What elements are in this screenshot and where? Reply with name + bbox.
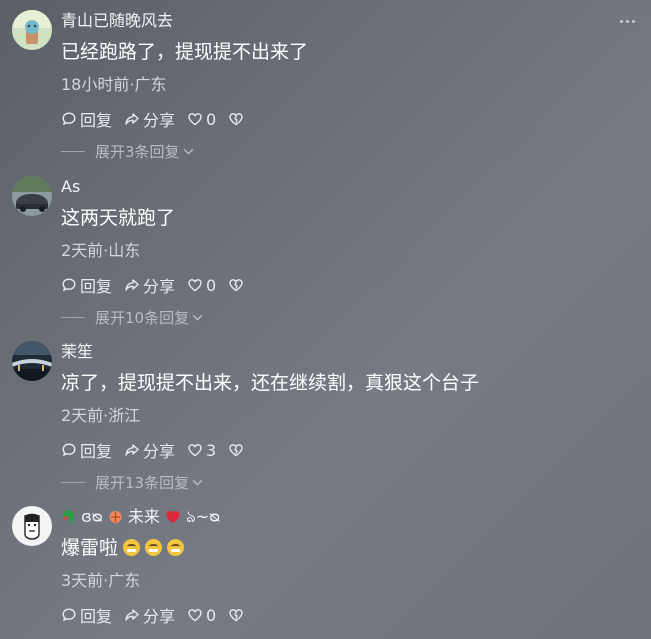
comment-text: 爆雷啦 [61, 534, 631, 562]
dislike-button[interactable] [228, 111, 244, 127]
share-label: 分享 [143, 607, 176, 626]
chevron-down-icon [192, 314, 203, 321]
like-button[interactable]: 3 [187, 441, 216, 460]
reply-label: 回复 [80, 111, 113, 130]
username[interactable]: 青山已随晚风去 [61, 10, 631, 32]
reply-button[interactable]: 回复 [61, 438, 112, 462]
expand-label: 展开10条回复 [95, 308, 190, 327]
reply-button[interactable]: 回复 [61, 107, 112, 131]
speech-bubble-icon [62, 443, 76, 457]
grin-emoji-icon [123, 539, 141, 556]
divider [61, 316, 85, 318]
chevron-down-icon [183, 148, 193, 155]
username-part: 未来 [127, 507, 160, 526]
like-count: 0 [206, 109, 217, 129]
comment-meta: 3天前·广东 [61, 571, 141, 590]
reply-button[interactable]: 回复 [61, 273, 112, 297]
dislike-button[interactable] [228, 607, 244, 623]
share-button[interactable]: 分享 [124, 107, 175, 131]
share-button[interactable]: 分享 [124, 438, 175, 462]
broken-heart-icon [229, 609, 243, 622]
grin-emoji-icon [145, 539, 163, 556]
expand-replies-button[interactable]: 展开10条回复 [61, 306, 631, 328]
expand-replies-button[interactable]: 展开13条回复 [61, 471, 631, 493]
avatar[interactable] [12, 506, 52, 546]
share-label: 分享 [143, 111, 176, 130]
dislike-button[interactable] [228, 277, 244, 293]
expand-label: 展开3条回复 [95, 142, 180, 161]
share-arrow-icon [125, 113, 139, 125]
broken-heart-icon [229, 113, 243, 126]
broken-heart-icon [229, 444, 243, 457]
share-arrow-icon [125, 609, 139, 621]
reply-label: 回复 [80, 442, 113, 461]
reply-label: 回复 [80, 607, 113, 626]
flower-emoji-icon [109, 511, 122, 523]
username[interactable]: ɞᴓ 未来 ঌ~ᴓ [61, 506, 631, 528]
divider [61, 481, 85, 483]
like-button[interactable]: 0 [187, 110, 216, 129]
comment-meta: 2天前·浙江 [61, 406, 141, 425]
share-arrow-icon [125, 279, 139, 291]
comment-text-content: 爆雷啦 [61, 537, 119, 559]
speech-bubble-icon [62, 608, 76, 622]
username[interactable]: 茉笙 [61, 341, 631, 363]
avatar[interactable] [12, 341, 52, 381]
divider [61, 150, 85, 152]
like-button[interactable]: 0 [187, 606, 216, 625]
comment-meta: 18小时前·广东 [61, 75, 167, 94]
heart-icon [188, 444, 202, 457]
share-arrow-icon [125, 444, 139, 456]
username-part: ঌ~ᴓ [186, 507, 221, 526]
more-dot [632, 20, 635, 23]
red-heart-icon [166, 511, 180, 523]
username[interactable]: As [61, 176, 631, 198]
chevron-down-icon [192, 479, 203, 486]
heart-icon [188, 609, 202, 622]
like-count: 0 [206, 605, 217, 625]
heart-icon [188, 279, 202, 292]
like-count: 3 [206, 440, 217, 460]
like-button[interactable]: 0 [187, 276, 216, 295]
heart-icon [188, 113, 202, 126]
username-part: ɞᴓ [81, 507, 103, 526]
broken-heart-icon [229, 279, 243, 292]
share-button[interactable]: 分享 [124, 273, 175, 297]
dislike-button[interactable] [228, 442, 244, 458]
avatar[interactable] [12, 10, 52, 50]
comment-meta: 2天前·山东 [61, 241, 141, 260]
speech-bubble-icon [62, 278, 76, 292]
share-label: 分享 [143, 277, 176, 296]
share-button[interactable]: 分享 [124, 603, 175, 627]
comment-text: 凉了，提现提不出来，还在继续割，真狠这个台子 [61, 372, 480, 394]
parrot-emoji-icon [63, 510, 74, 524]
reply-button[interactable]: 回复 [61, 603, 112, 627]
share-label: 分享 [143, 442, 176, 461]
comment-text: 这两天就跑了 [61, 207, 176, 229]
expand-replies-button[interactable]: 展开3条回复 [61, 140, 631, 162]
expand-label: 展开13条回复 [95, 473, 190, 492]
reply-label: 回复 [80, 277, 113, 296]
speech-bubble-icon [62, 112, 76, 126]
comment-text: 已经跑路了，提现提不出来了 [61, 41, 309, 63]
like-count: 0 [206, 275, 217, 295]
avatar[interactable] [12, 176, 52, 216]
grin-emoji-icon [167, 539, 185, 556]
